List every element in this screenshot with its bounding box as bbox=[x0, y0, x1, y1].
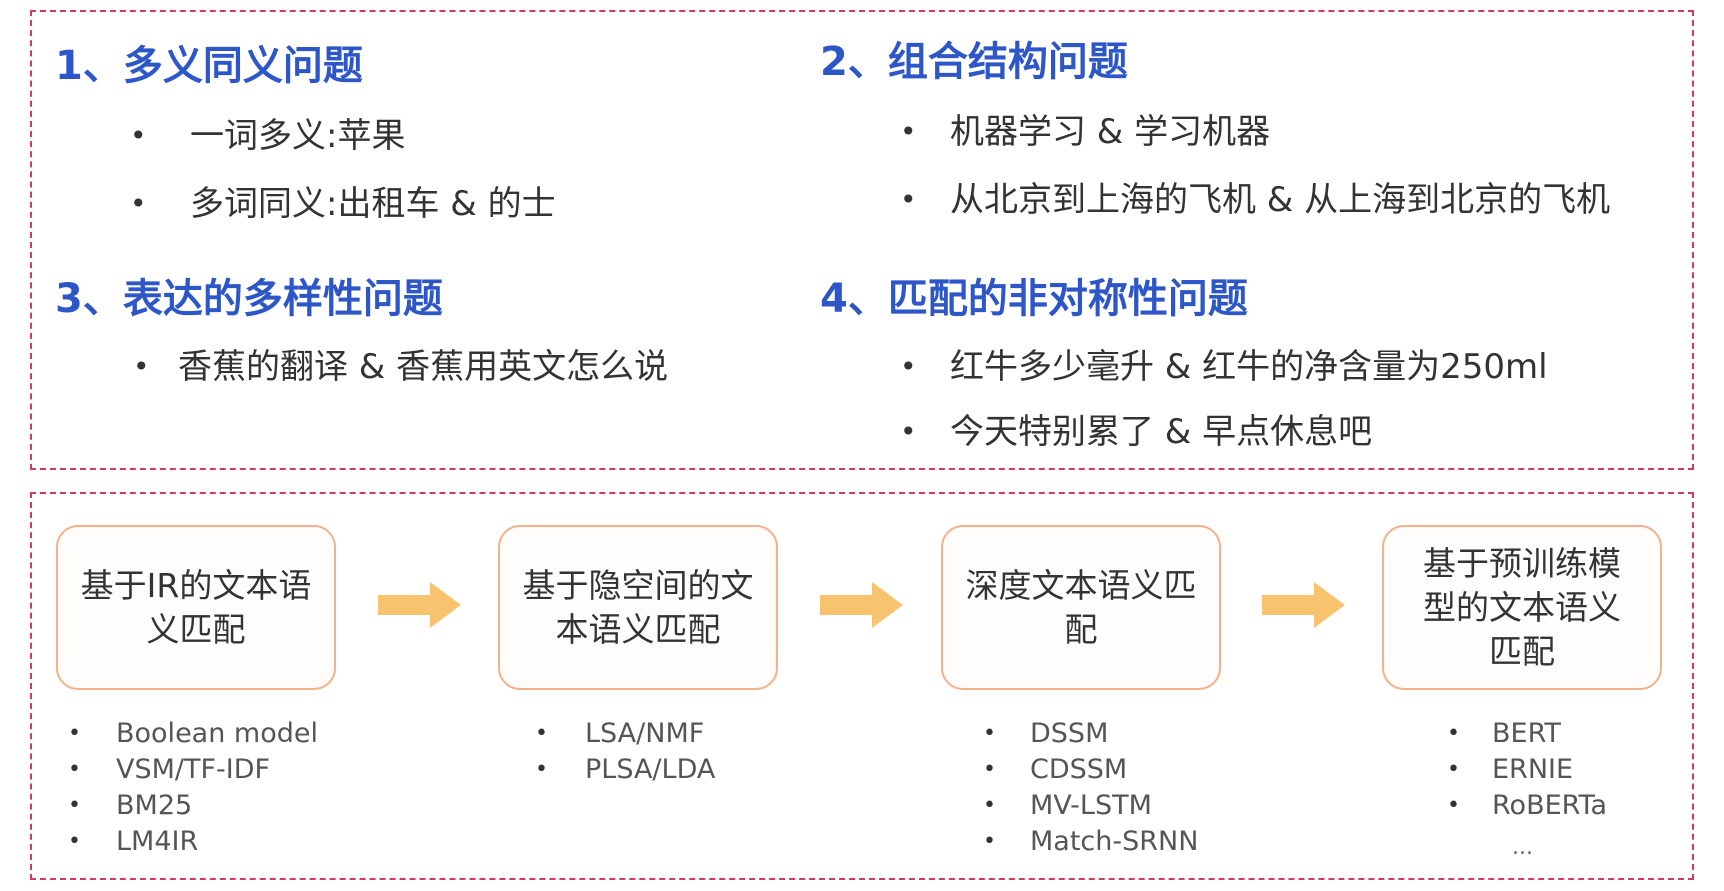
method-item: • RoBERTa bbox=[1447, 788, 1607, 824]
method-list-latent-space: • LSA/NMF • PLSA/LDA bbox=[535, 716, 715, 788]
bullet-dot: • bbox=[983, 757, 996, 782]
method-item: • LM4IR bbox=[68, 824, 318, 860]
stage-box-ir: 基于IR的文本语义匹配 bbox=[56, 525, 336, 690]
stage-label: 基于预训练模型的文本语义匹配 bbox=[1423, 543, 1621, 671]
problem-section-diversity: 3、表达的多样性问题 • 香蕉的翻译 & 香蕉用英文怎么说 bbox=[55, 275, 668, 387]
method-list-ir: • Boolean model • VSM/TF-IDF • BM25 • LM4IR bbox=[68, 716, 318, 860]
section-title: 1、多义同义问题 bbox=[55, 43, 363, 89]
bullet-text: 多词同义:出租车 & 的士 bbox=[190, 184, 556, 224]
method-item: • Boolean model bbox=[68, 716, 318, 752]
stage-box-deep: 深度文本语义匹配 bbox=[941, 525, 1221, 690]
bullet-text: 一词多义:苹果 bbox=[190, 116, 406, 156]
bullet-dot: • bbox=[983, 721, 996, 746]
method-text: MV-LSTM bbox=[1030, 790, 1152, 821]
bullet-item: • 香蕉的翻译 & 香蕉用英文怎么说 bbox=[133, 347, 668, 387]
method-text: DSSM bbox=[1030, 718, 1109, 749]
method-item: • PLSA/LDA bbox=[535, 752, 715, 788]
bullet-item: • 一词多义:苹果 bbox=[130, 116, 556, 156]
bullet-dot: • bbox=[1447, 793, 1460, 818]
bullet-dot: • bbox=[133, 350, 150, 383]
method-list-deep: • DSSM • CDSSM • MV-LSTM • Match-SRNN bbox=[983, 716, 1198, 860]
bullet-list: • 一词多义:苹果 • 多词同义:出租车 & 的士 bbox=[130, 116, 556, 224]
method-item: • BERT bbox=[1447, 716, 1607, 752]
method-text: Match-SRNN bbox=[1030, 826, 1199, 857]
stage-box-latent-space: 基于隐空间的文本语义匹配 bbox=[498, 525, 778, 690]
stage-label: 深度文本语义匹配 bbox=[965, 565, 1197, 649]
bullet-dot: • bbox=[900, 350, 917, 383]
method-text: BM25 bbox=[116, 790, 193, 821]
bullet-dot: • bbox=[900, 183, 917, 216]
problem-section-asymmetry: 4、匹配的非对称性问题 • 红牛多少毫升 & 红牛的净含量为250ml • 今天… bbox=[820, 275, 1548, 477]
arrow-right-icon bbox=[378, 582, 461, 628]
bullet-dot: • bbox=[130, 187, 147, 220]
method-text: PLSA/LDA bbox=[585, 754, 716, 785]
bullet-dot: • bbox=[535, 757, 548, 782]
bullet-dot: • bbox=[68, 721, 81, 746]
stage-label: 基于IR的文本语义匹配 bbox=[80, 565, 312, 649]
method-text: BERT bbox=[1492, 718, 1561, 749]
method-item: • VSM/TF-IDF bbox=[68, 752, 318, 788]
bullet-text: 红牛多少毫升 & 红牛的净含量为250ml bbox=[950, 347, 1548, 387]
method-item: • BM25 bbox=[68, 788, 318, 824]
bullet-list: • 机器学习 & 学习机器 • 从北京到上海的飞机 & 从上海到北京的飞机 bbox=[900, 112, 1610, 220]
bullet-text: 香蕉的翻译 & 香蕉用英文怎么说 bbox=[178, 347, 669, 387]
method-text: Boolean model bbox=[116, 718, 318, 749]
method-text: ERNIE bbox=[1492, 754, 1574, 785]
bullet-dot: • bbox=[68, 829, 81, 854]
method-text: LM4IR bbox=[116, 826, 199, 857]
bullet-item: • 机器学习 & 学习机器 bbox=[900, 112, 1610, 152]
bullet-dot: • bbox=[1447, 721, 1460, 746]
method-text: VSM/TF-IDF bbox=[116, 754, 271, 785]
bullet-dot: • bbox=[130, 119, 147, 152]
arrow-right-icon bbox=[1262, 582, 1345, 628]
method-item: • Match-SRNN bbox=[983, 824, 1198, 860]
method-text: CDSSM bbox=[1030, 754, 1128, 785]
arrow-right-icon bbox=[820, 582, 903, 628]
bullet-dot: • bbox=[900, 415, 917, 448]
stage-label: 基于隐空间的文本语义匹配 bbox=[522, 565, 754, 649]
method-item: • CDSSM bbox=[983, 752, 1198, 788]
method-text: RoBERTa bbox=[1492, 790, 1608, 821]
bullet-dot: • bbox=[535, 721, 548, 746]
problem-section-composition: 2、组合结构问题 • 机器学习 & 学习机器 • 从北京到上海的飞机 & 从上海… bbox=[820, 38, 1610, 248]
bullet-text: 从北京到上海的飞机 & 从上海到北京的飞机 bbox=[950, 180, 1611, 220]
bullet-item: • 今天特别累了 & 早点休息吧 bbox=[900, 412, 1548, 452]
bullet-item: • 从北京到上海的飞机 & 从上海到北京的飞机 bbox=[900, 180, 1610, 220]
method-item: • ERNIE bbox=[1447, 752, 1607, 788]
bullet-list: • 香蕉的翻译 & 香蕉用英文怎么说 bbox=[133, 347, 668, 387]
method-list-pretrained: • BERT • ERNIE • RoBERTa bbox=[1447, 716, 1607, 824]
bullet-dot: • bbox=[1447, 757, 1460, 782]
method-item: • LSA/NMF bbox=[535, 716, 715, 752]
section-title: 3、表达的多样性问题 bbox=[55, 276, 443, 322]
method-text: LSA/NMF bbox=[585, 718, 705, 749]
bullet-dot: • bbox=[983, 793, 996, 818]
more-ellipsis: ... bbox=[1512, 835, 1533, 860]
method-item: • DSSM bbox=[983, 716, 1198, 752]
problem-section-polysemy: 1、多义同义问题 • 一词多义:苹果 • 多词同义:出租车 & 的士 bbox=[55, 42, 556, 252]
bullet-text: 机器学习 & 学习机器 bbox=[950, 112, 1271, 152]
bullet-dot: • bbox=[68, 793, 81, 818]
bullet-text: 今天特别累了 & 早点休息吧 bbox=[950, 412, 1373, 452]
section-title: 2、组合结构问题 bbox=[820, 39, 1128, 85]
bullet-dot: • bbox=[68, 757, 81, 782]
bullet-item: • 红牛多少毫升 & 红牛的净含量为250ml bbox=[900, 347, 1548, 387]
bullet-item: • 多词同义:出租车 & 的士 bbox=[130, 184, 556, 224]
bullet-dot: • bbox=[900, 115, 917, 148]
bullet-dot: • bbox=[983, 829, 996, 854]
method-item: • MV-LSTM bbox=[983, 788, 1198, 824]
section-title: 4、匹配的非对称性问题 bbox=[820, 276, 1248, 322]
stage-box-pretrained: 基于预训练模型的文本语义匹配 bbox=[1382, 525, 1662, 690]
bullet-list: • 红牛多少毫升 & 红牛的净含量为250ml • 今天特别累了 & 早点休息吧 bbox=[900, 347, 1548, 452]
